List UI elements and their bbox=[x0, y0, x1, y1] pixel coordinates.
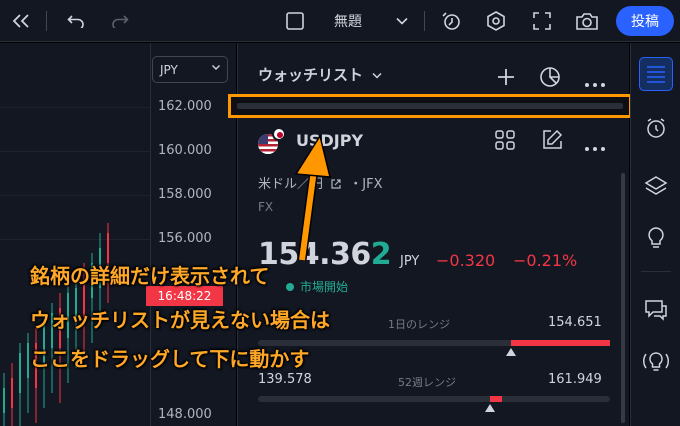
price-axis-label: 162.000 bbox=[158, 99, 212, 114]
edit-note-icon[interactable] bbox=[540, 128, 564, 156]
annotation-arrow-icon bbox=[294, 134, 331, 261]
panel-resize-handle[interactable] bbox=[228, 94, 632, 118]
day-range-fill bbox=[511, 340, 610, 346]
price-change: −0.320 bbox=[436, 251, 496, 270]
toolbar-divider bbox=[424, 11, 425, 31]
fullscreen-icon[interactable] bbox=[528, 0, 556, 42]
week52-range-label: 52週レンジ bbox=[398, 376, 456, 389]
chevron-down-icon bbox=[396, 17, 408, 25]
countdown-badge: 16:48:22 bbox=[146, 286, 223, 306]
symbol-type: FX bbox=[258, 200, 274, 214]
week52-range-marker bbox=[485, 404, 496, 412]
layers-icon[interactable] bbox=[639, 169, 673, 203]
camera-icon[interactable] bbox=[572, 0, 602, 42]
day-range-marker bbox=[506, 348, 517, 356]
watchlist-sidebar-icon[interactable] bbox=[639, 57, 673, 91]
layout-name-dropdown[interactable]: 無題 bbox=[334, 0, 414, 42]
post-button[interactable]: 投稿 bbox=[616, 6, 674, 36]
day-range-high: 154.651 bbox=[548, 315, 602, 330]
broadcast-lightbulb-icon[interactable] bbox=[639, 345, 673, 379]
layout-name: 無題 bbox=[334, 14, 362, 30]
layout-square-icon[interactable] bbox=[280, 0, 310, 42]
lightbulb-icon[interactable] bbox=[639, 221, 673, 255]
week52-range-track bbox=[258, 396, 610, 402]
pie-chart-icon[interactable] bbox=[538, 65, 562, 93]
add-symbol-icon[interactable] bbox=[496, 67, 516, 91]
watchlist-title: ウォッチリスト bbox=[258, 66, 364, 84]
annotation-line-1: 銘柄の詳細だけ表示されて bbox=[30, 264, 270, 288]
price-axis-label: 148.000 bbox=[158, 407, 212, 422]
watchlist-title-dropdown[interactable]: ウォッチリスト bbox=[258, 64, 382, 85]
market-status-dot bbox=[286, 283, 294, 291]
day-range-label: 1日のレンジ bbox=[388, 318, 450, 331]
chat-icon[interactable] bbox=[639, 293, 673, 327]
annotation-line-2: ウォッチリストが見えない場合は bbox=[30, 308, 330, 332]
week52-range-high: 161.949 bbox=[548, 372, 602, 387]
sidebar-divider bbox=[641, 271, 671, 272]
price-change-percent: −0.21% bbox=[513, 251, 578, 270]
grid-line bbox=[0, 151, 150, 152]
market-status: 市場開始 bbox=[300, 280, 349, 294]
currency-value: JPY bbox=[160, 62, 178, 77]
undo-icon[interactable] bbox=[62, 0, 90, 42]
price-axis-label: 158.000 bbox=[158, 187, 212, 202]
top-toolbar: 無題 投稿 bbox=[0, 0, 680, 42]
right-sidebar bbox=[630, 43, 680, 426]
toolbar-divider bbox=[46, 11, 47, 31]
price-axis-label: 156.000 bbox=[158, 231, 212, 246]
currency-select[interactable]: JPY bbox=[152, 56, 228, 83]
redo-icon[interactable] bbox=[106, 0, 134, 42]
annotation-line-3: ここをドラッグして下に動かす bbox=[30, 347, 310, 371]
exchange-text: ・JFX bbox=[349, 177, 383, 192]
chevron-down-icon bbox=[212, 65, 220, 70]
grid-layout-icon[interactable] bbox=[494, 129, 516, 155]
grid-line bbox=[0, 107, 150, 108]
resize-handle-bar bbox=[237, 103, 623, 109]
alarm-clock-icon[interactable] bbox=[639, 111, 673, 145]
collapse-sidebar-icon[interactable] bbox=[6, 0, 36, 42]
price-axis-label: 160.000 bbox=[158, 143, 212, 158]
panel-scrollbar[interactable] bbox=[621, 173, 625, 423]
more-options-icon[interactable] bbox=[584, 73, 606, 92]
chevron-down-icon bbox=[372, 72, 382, 79]
settings-hex-icon[interactable] bbox=[482, 0, 510, 42]
price-unit: JPY bbox=[400, 254, 420, 269]
week52-range-fill bbox=[490, 396, 503, 402]
more-options-icon[interactable] bbox=[584, 137, 606, 156]
day-range-track bbox=[258, 340, 610, 346]
alert-clock-icon[interactable] bbox=[438, 0, 466, 42]
last-price-digit: 2 bbox=[370, 237, 392, 272]
week52-range-low: 139.578 bbox=[258, 372, 312, 387]
